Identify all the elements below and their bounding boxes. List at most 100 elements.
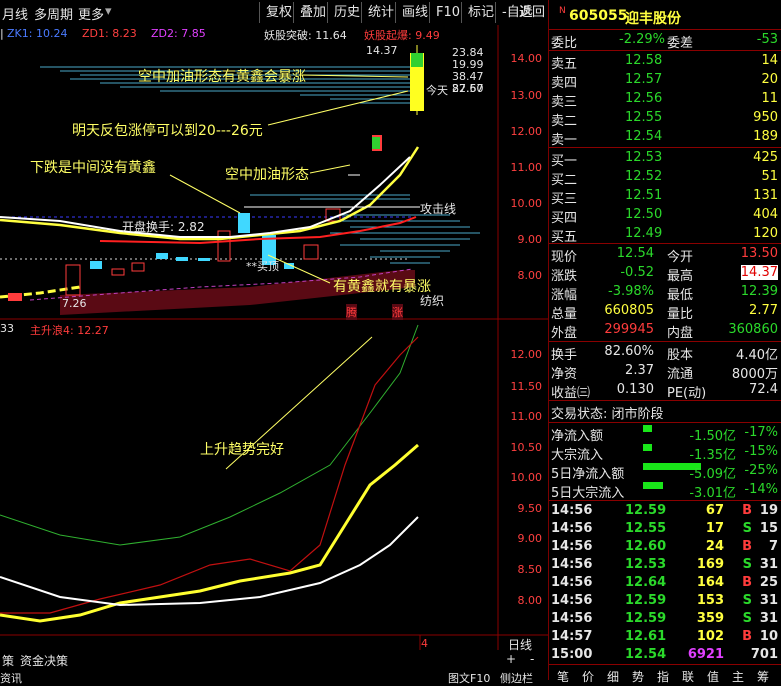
tick-time: 14:56 — [551, 521, 593, 536]
annotation-2: 明天反包涨停可以到20---26元 — [72, 123, 263, 139]
menu-multi-period[interactable]: 多周期 — [34, 4, 73, 23]
top-toolbar: 月线 多周期 更多 ▾ 复权 叠加 历史 统计 画线 F10 标记 -自选 返回 — [0, 0, 548, 25]
stat-value: 299945 — [604, 322, 654, 337]
tick-volume: 169 — [696, 557, 724, 572]
axis-tick: 8.00 — [517, 594, 543, 607]
ask-label: 卖四 — [551, 76, 578, 91]
ask-row[interactable]: 卖五 12.58 14 — [549, 53, 781, 72]
n-badge: N — [559, 6, 566, 16]
ask-volume: 11 — [761, 91, 778, 106]
weicha-label: 委差 — [667, 36, 694, 51]
panel-tab[interactable]: 联 — [682, 668, 694, 685]
tab-f10[interactable]: 图文F10 — [448, 670, 490, 686]
tick-volume: 359 — [696, 611, 724, 626]
today-label: 今天 — [426, 84, 448, 97]
menu-monthly[interactable]: 月线 — [2, 4, 28, 23]
axis-tick: 10.00 — [510, 471, 543, 484]
stat-label: 换手 — [551, 348, 578, 363]
panel-tab[interactable]: 笔 — [557, 668, 569, 685]
tick-count: 15 — [759, 521, 778, 536]
bid-price: 12.52 — [625, 169, 663, 184]
ask-price: 12.54 — [625, 129, 663, 144]
panel-tab[interactable]: 细 — [607, 668, 619, 685]
bid-volume: 131 — [753, 188, 778, 203]
menu-more[interactable]: 更多 — [78, 4, 104, 23]
bid-row[interactable]: 买二 12.52 51 — [549, 169, 781, 188]
stats2-row: 换手 82.60% 股本 4.40亿 — [549, 344, 781, 363]
stat-value: 2.77 — [749, 303, 778, 318]
axis-tick: 11.00 — [510, 161, 543, 174]
panel-tab[interactable]: 势 — [632, 668, 644, 685]
panel-tab[interactable]: 指 — [657, 668, 669, 685]
tick-time: 14:56 — [551, 503, 593, 518]
indicator-yaogu-tupo: 妖股突破: 11.64 — [264, 29, 347, 42]
stat-label: 最低 — [667, 288, 694, 303]
tick-side: S — [742, 611, 752, 626]
panel-tab[interactable]: 价 — [582, 668, 594, 685]
bid-label: 买四 — [551, 211, 578, 226]
tick-row: 14:56 12.64 164 B 25 — [549, 575, 781, 593]
axis-tick: 11.50 — [510, 380, 543, 393]
dingdi-label: **买顶 — [246, 260, 279, 273]
tick-volume: 164 — [696, 575, 724, 590]
attack-line-label: 攻击线 — [420, 202, 457, 216]
tick-price: 12.54 — [625, 647, 667, 662]
tick-count: 19 — [759, 503, 778, 518]
bid-price: 12.53 — [625, 150, 663, 165]
panel-tab[interactable]: 值 — [707, 668, 719, 685]
chevron-down-icon[interactable]: ▾ — [105, 4, 112, 19]
tick-volume: 24 — [705, 539, 724, 554]
tick-price: 12.59 — [625, 611, 667, 626]
bid-row[interactable]: 买四 12.50 404 — [549, 207, 781, 226]
button-fanhui[interactable]: 返回 — [513, 2, 551, 23]
tab-fund-decision[interactable]: 资金决策 — [20, 652, 68, 669]
bid-volume: 425 — [753, 150, 778, 165]
ask-row[interactable]: 卖三 12.56 11 — [549, 91, 781, 110]
high-marker: 14.37 — [366, 44, 398, 57]
ask-row[interactable]: 卖四 12.57 20 — [549, 72, 781, 91]
tick-time: 14:56 — [551, 593, 593, 608]
stock-name: 迎丰股份 — [625, 11, 681, 27]
lower-yellow-line — [0, 443, 419, 623]
tab-news[interactable]: 资讯 — [0, 670, 22, 686]
tick-volume: 153 — [696, 593, 724, 608]
tick-price: 12.59 — [625, 593, 667, 608]
tick-row: 14:56 12.59 153 S 31 — [549, 593, 781, 611]
axis-tick: 13.00 — [510, 89, 543, 102]
indicator-marker: | — [0, 27, 4, 40]
ask-label: 卖二 — [551, 114, 578, 129]
lower-white-line — [0, 516, 419, 607]
tick-side: S — [742, 521, 752, 536]
weibi-label: 委比 — [551, 36, 578, 51]
flow-row: 5日大宗流入 -3.01亿 -14% — [549, 482, 781, 501]
stat-label: 今开 — [667, 250, 694, 265]
period-label[interactable]: 日线 — [508, 636, 532, 653]
stat-value: 4.40亿 — [736, 348, 778, 363]
tick-time: 14:56 — [551, 557, 593, 572]
flow-value: -1.35亿 — [689, 448, 736, 463]
panel-tab[interactable]: 主 — [732, 668, 744, 685]
tick-side: S — [742, 557, 752, 572]
stat-label: 量比 — [667, 307, 694, 322]
stat-value: 360860 — [728, 322, 778, 337]
bid-row[interactable]: 买一 12.53 425 — [549, 150, 781, 169]
stat-label: 外盘 — [551, 326, 578, 341]
bid-row[interactable]: 买三 12.51 131 — [549, 188, 781, 207]
annotation-5: 有黄鑫就有暴涨 — [333, 279, 431, 295]
bid-row[interactable]: 买五 12.49 120 — [549, 226, 781, 245]
ask-row[interactable]: 卖二 12.55 950 — [549, 110, 781, 129]
ask-row[interactable]: 卖一 12.54 189 — [549, 129, 781, 148]
bid-label: 买一 — [551, 154, 578, 169]
axis-tick: 8.00 — [517, 269, 543, 282]
flow-row: 净流入额 -1.50亿 -17% — [549, 425, 781, 444]
zoom-in-button[interactable]: + — [506, 652, 516, 666]
tick-price: 12.61 — [625, 629, 667, 644]
ask-price: 12.55 — [625, 110, 663, 125]
flow-row: 大宗流入 -1.35亿 -15% — [549, 444, 781, 463]
tab-sidebar[interactable]: 侧边栏 — [500, 670, 533, 686]
panel-tab[interactable]: 筹 — [757, 668, 769, 685]
tab-strategy[interactable]: 策 — [2, 652, 14, 669]
zoom-out-button[interactable]: - — [530, 652, 534, 666]
tick-volume: 67 — [705, 503, 724, 518]
stat-label: 收益㈢ — [551, 386, 591, 401]
